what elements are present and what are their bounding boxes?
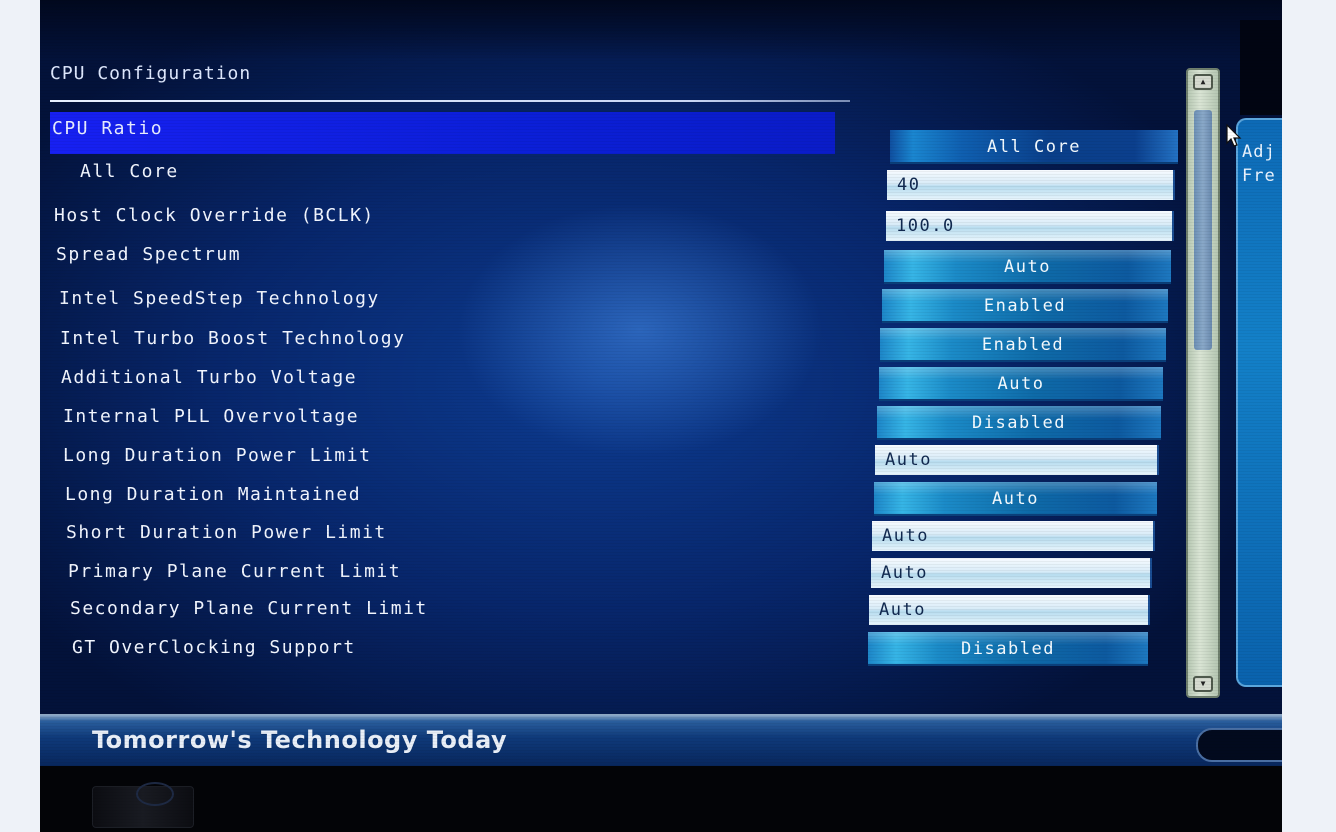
scroll-thumb[interactable] [1194,110,1212,350]
setting-label-host-clock-override[interactable]: Host Clock Override (BCLK) [54,204,375,228]
page-title: CPU Configuration [50,63,252,84]
mouse-pointer-icon [1226,124,1242,147]
arrow-down-icon: ▼ [1200,679,1206,688]
setting-label-short-duration-power-limit[interactable]: Short Duration Power Limit [66,521,387,545]
pll-overvoltage-option[interactable]: Disabled [877,406,1161,440]
secondary-plane-current-limit-input[interactable]: Auto [869,595,1150,625]
footer-button[interactable] [1196,728,1282,762]
spread-spectrum-option[interactable]: Auto [884,250,1171,284]
arrow-up-icon: ▲ [1200,77,1206,86]
help-text-line-2: Fre [1242,166,1276,186]
setting-label-all-core[interactable]: All Core [80,160,179,184]
scrollbar[interactable]: ▲ ▼ [1186,68,1220,698]
primary-plane-current-limit-input[interactable]: Auto [871,558,1152,588]
long-duration-power-limit-input[interactable]: Auto [875,445,1159,475]
intel-logo-icon [136,782,174,806]
gt-overclocking-option[interactable]: Disabled [868,632,1148,666]
setting-label-spread-spectrum[interactable]: Spread Spectrum [56,243,241,267]
help-panel: Adj Fre [1236,118,1282,687]
long-duration-maintained-option[interactable]: Auto [874,482,1157,516]
scroll-up-button[interactable]: ▲ [1193,74,1213,90]
speedstep-option[interactable]: Enabled [882,289,1168,323]
help-text-line-1: Adj [1242,142,1276,162]
monitor-bezel [40,766,1282,832]
setting-label-intel-speedstep[interactable]: Intel SpeedStep Technology [59,287,380,311]
additional-turbo-voltage-option[interactable]: Auto [879,367,1163,401]
setting-label-internal-pll-overvoltage[interactable]: Internal PLL Overvoltage [63,405,359,429]
short-duration-power-limit-input[interactable]: Auto [872,521,1155,551]
setting-label-long-duration-power-limit[interactable]: Long Duration Power Limit [63,444,371,468]
cpu-ratio-option[interactable]: All Core [890,130,1178,164]
scroll-down-button[interactable]: ▼ [1193,676,1213,692]
footer-bar: Tomorrow's Technology Today [40,714,1282,766]
setting-label-intel-turbo-boost[interactable]: Intel Turbo Boost Technology [60,327,405,351]
setting-label-primary-plane-current-limit[interactable]: Primary Plane Current Limit [68,560,401,584]
setting-label-cpu-ratio[interactable]: CPU Ratio [50,112,835,154]
setting-label-gt-overclocking-support[interactable]: GT OverClocking Support [72,636,356,660]
setting-label-secondary-plane-current-limit[interactable]: Secondary Plane Current Limit [70,597,428,621]
dark-corner [1240,20,1282,115]
setting-label-long-duration-maintained[interactable]: Long Duration Maintained [65,483,361,507]
turbo-boost-option[interactable]: Enabled [880,328,1166,362]
all-core-ratio-input[interactable]: 40 [887,170,1175,200]
top-shade [40,0,1282,60]
bios-screen: CPU Configuration CPU Ratio All Core Hos… [40,0,1282,832]
title-divider [50,100,850,102]
bclk-input[interactable]: 100.0 [886,211,1174,241]
setting-label-additional-turbo-voltage[interactable]: Additional Turbo Voltage [61,366,357,390]
footer-slogan: Tomorrow's Technology Today [92,726,508,754]
